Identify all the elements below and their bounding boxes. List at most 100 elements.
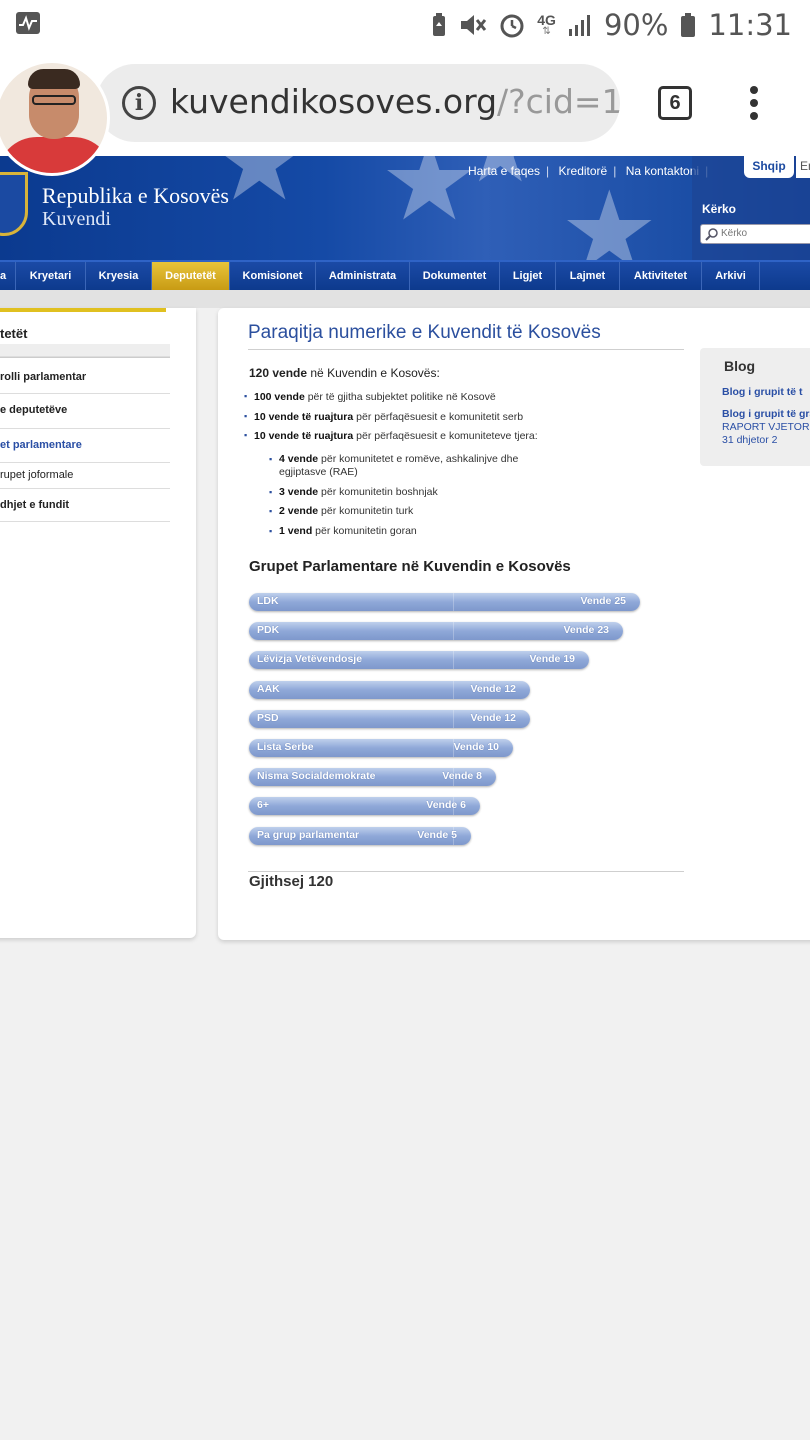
site-subtitle: Kuvendi — [42, 208, 111, 230]
bar-label: LDK — [257, 595, 279, 607]
bar-label: AAK — [257, 682, 280, 695]
sidebar: tetët rolli parlamentar e deputetëve et … — [0, 308, 196, 938]
chart-bar: PDK Vende 23 — [249, 622, 623, 641]
network-label: 4G — [537, 12, 556, 28]
chart-bar: 6+ Vende 6 — [249, 797, 480, 816]
main-nav: a Kryetari Kryesia Deputetët Komisionet … — [0, 260, 810, 290]
nav-item-arkivi[interactable]: Arkivi — [702, 262, 760, 290]
search-icon[interactable] — [705, 227, 719, 241]
list-item: 2 vende për komunitetin turk — [269, 505, 559, 518]
nav-item-komisionet[interactable]: Komisionet — [230, 262, 316, 290]
bar-value-label: Vende 12 — [470, 711, 516, 724]
url-path: /?cid=1,10 — [497, 82, 620, 121]
url-text[interactable]: kuvendikosoves.org/?cid=1,10 — [170, 82, 620, 121]
more-options-icon[interactable] — [748, 86, 760, 120]
status-bar: 4G ⇅ 90% 11:31 — [0, 0, 810, 50]
chart-bar: Lista Serbe Vende 10 — [249, 739, 513, 757]
info-icon[interactable]: i — [122, 86, 156, 120]
bar-value-label: Vende 25 — [580, 595, 626, 607]
link-sitemap[interactable]: Harta e faqes — [468, 164, 540, 178]
avatar[interactable] — [0, 60, 110, 176]
network-4g-icon: 4G ⇅ — [537, 12, 556, 37]
main-content: Paraqitja numerike e Kuvendit të Kosovës… — [218, 308, 810, 940]
intro-text: 120 vende në Kuvendin e Kosovës: — [249, 366, 440, 380]
nav-item-kryetari[interactable]: Kryetari — [16, 262, 86, 290]
sidebar-item-kontrolli[interactable]: rolli parlamentar — [0, 356, 170, 392]
blog-link[interactable]: Blog i grupit të graRAPORT VJETOR 2011 -… — [722, 408, 810, 447]
nav-item-dokumentet[interactable]: Dokumentet — [410, 262, 500, 290]
nav-item-kryesia[interactable]: Kryesia — [86, 262, 152, 290]
bar-label: 6+ — [257, 799, 269, 812]
list-item: 1 vend për komunitetin goran — [269, 525, 559, 538]
intro-bold: 120 vende — [249, 366, 308, 380]
battery-percent: 90% — [603, 8, 669, 42]
divider — [0, 290, 810, 308]
status-icons: 4G ⇅ 90% 11:31 — [431, 8, 792, 42]
bar-label: Lëvizja Vetëvendosje — [257, 653, 363, 666]
nav-item-administrata[interactable]: Administrata — [316, 262, 410, 290]
link-contact[interactable]: Na kontaktoni — [626, 164, 699, 178]
site-header: ★ ★ ★ ★ Republika e Kosovës Kuvendi Hart… — [0, 156, 810, 260]
search-box[interactable] — [700, 224, 810, 244]
address-bar[interactable]: i kuvendikosoves.org/?cid=1,10 — [96, 64, 620, 142]
list-item: 10 vende të ruajtura për përfaqësuesit e… — [244, 430, 538, 442]
clock: 11:31 — [708, 8, 792, 42]
lang-english[interactable]: En — [796, 156, 810, 178]
url-host: kuvendikosoves.org — [170, 82, 498, 121]
groups-title: Grupet Parlamentare në Kuvendin e Kosovë… — [249, 558, 571, 575]
sidebar-heading: tetët — [0, 326, 28, 341]
list-item: 3 vende për komunitetin boshnjak — [269, 486, 559, 499]
bar-value-label: Vende 6 — [426, 799, 466, 812]
blog-title: Blog — [724, 358, 756, 374]
chart-bar: Lëvizja Vetëvendosje Vende 19 — [249, 651, 589, 670]
chart-bar: LDK Vende 25 — [249, 593, 640, 611]
chart-bar: Pa grup parlamentar Vende 5 — [249, 826, 471, 845]
nav-item-lajmet[interactable]: Lajmet — [556, 262, 620, 290]
nav-item-ligjet[interactable]: Ligjet — [500, 262, 556, 290]
sidebar-item-zgjedhjet[interactable]: dhjet e fundit — [0, 488, 170, 522]
bar-label: Nisma Socialdemokrate — [257, 770, 376, 783]
nav-item-partial[interactable]: a — [0, 262, 16, 290]
divider — [248, 871, 684, 872]
search-input[interactable] — [721, 228, 810, 239]
tab-switcher-button[interactable]: 6 — [658, 86, 692, 120]
bar-label: PDK — [257, 624, 280, 637]
blog-box: Blog Blog i grupit të t Blog i grupit të… — [700, 348, 810, 466]
chart-bar: Nisma Socialdemokrate Vende 8 — [249, 768, 496, 787]
bar-value-label: Vende 23 — [563, 624, 609, 637]
bar-value-label: Vende 8 — [442, 770, 482, 783]
nav-item-deputetet[interactable]: Deputetët — [152, 262, 230, 290]
lang-albanian[interactable]: Shqip — [744, 156, 794, 178]
intro-rest: në Kuvendin e Kosovës: — [307, 366, 440, 380]
bar-label: Lista Serbe — [257, 741, 314, 753]
bar-label: Pa grup parlamentar — [257, 828, 360, 841]
site-title[interactable]: Republika e Kosovës — [42, 184, 229, 208]
bar-label: PSD — [257, 711, 279, 724]
browser-toolbar: i kuvendikosoves.org/?cid=1,10 6 — [0, 50, 810, 156]
chart-bar: PSD Vende 12 — [249, 709, 530, 728]
bar-value-label: Vende 12 — [470, 682, 516, 695]
sidebar-item-deputeteve[interactable]: e deputetëve — [0, 393, 170, 427]
list-item: 100 vende për të gjitha subjektet politi… — [244, 391, 496, 403]
chart-bar: AAK Vende 12 — [249, 680, 530, 699]
mute-icon — [461, 15, 487, 35]
list-item: 4 vende për komunitetet e romëve, ashkal… — [269, 453, 559, 479]
battery-saver-icon — [433, 13, 446, 36]
link-credits[interactable]: Kreditorë — [559, 164, 608, 178]
top-links: Harta e faqes| Kreditorë| Na kontaktoni| — [468, 164, 708, 178]
sidebar-item-grupet-joformale[interactable]: rupet joformale — [0, 462, 170, 488]
alarm-icon — [500, 14, 524, 38]
star-decoration-icon: ★ — [560, 167, 659, 260]
sidebar-item-grupet-parlamentare[interactable]: et parlamentare — [0, 428, 170, 462]
search-label: Kërko — [702, 202, 737, 216]
emblem-icon — [0, 172, 28, 236]
bar-value-label: Vende 10 — [453, 741, 499, 753]
sidebar-accent — [0, 308, 166, 312]
battery-icon — [681, 13, 696, 37]
blog-link[interactable]: Blog i grupit të t — [722, 386, 803, 398]
nav-item-aktivitetet[interactable]: Aktivitetet — [620, 262, 702, 290]
bar-value-label: Vende 19 — [529, 653, 575, 666]
activity-icon — [16, 12, 40, 34]
bar-value-label: Vende 5 — [417, 828, 457, 841]
signal-icon — [568, 15, 590, 36]
